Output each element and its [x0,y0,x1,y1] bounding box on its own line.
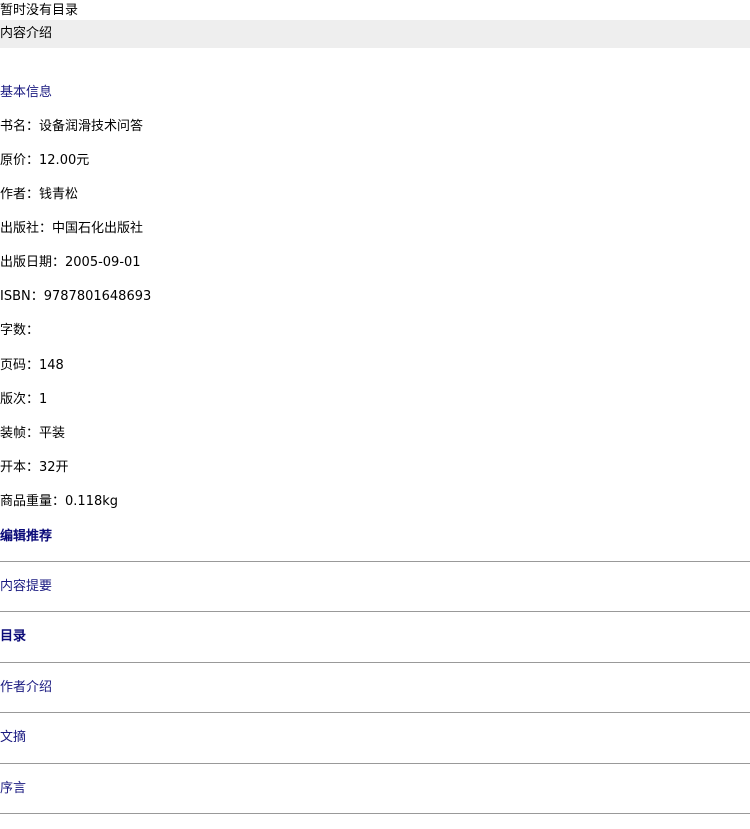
info-label: 字数： [0,323,40,338]
section-author-intro[interactable]: 作者介绍 [0,679,52,697]
info-value: 9787801648693 [43,289,152,304]
info-value: 设备润滑技术问答 [39,119,144,134]
info-row-price: 原价：12.00元 [0,152,89,170]
section-preface[interactable]: 序言 [0,780,26,798]
info-label: 书名： [0,119,40,134]
info-label: 作者： [0,187,40,202]
info-label: 开本： [0,460,40,475]
info-row-title: 书名：设备润滑技术问答 [0,118,143,136]
section-divider [0,561,750,562]
no-toc-note: 暂时没有目录 [0,3,79,18]
info-row-edition: 版次：1 [0,391,47,409]
info-value: 2005-09-01 [65,255,141,270]
info-value: 12.00元 [39,153,90,168]
info-label: 页码： [0,358,40,373]
info-row-binding: 装帧：平装 [0,425,65,443]
info-row-format: 开本：32开 [0,459,69,477]
info-row-publisher: 出版社：中国石化出版社 [0,220,143,238]
info-row-weight: 商品重量：0.118kg [0,493,118,511]
section-divider [0,763,750,764]
info-value: 32开 [39,460,69,475]
info-row-isbn: ISBN：9787801648693 [0,288,151,306]
info-value: 1 [39,392,48,407]
section-editor-recommendation[interactable]: 编辑推荐 [0,528,52,546]
section-divider [0,712,750,713]
info-label: 版次： [0,392,40,407]
content-intro-label: 内容介绍 [0,26,53,41]
info-label: 原价： [0,153,40,168]
content-intro-bar: 内容介绍 [0,20,750,48]
info-value: 中国石化出版社 [52,221,144,236]
section-divider [0,662,750,663]
section-excerpt[interactable]: 文摘 [0,729,26,747]
info-value: 平装 [39,426,66,441]
info-row-author: 作者：钱青松 [0,186,78,204]
info-value: 钱青松 [39,187,79,202]
info-row-word-count: 字数： [0,322,39,340]
info-label: 商品重量： [0,494,66,509]
info-label: 出版日期： [0,255,66,270]
section-content-summary[interactable]: 内容提要 [0,578,52,596]
info-value: 0.118kg [65,494,119,509]
info-row-publish-date: 出版日期：2005-09-01 [0,254,141,272]
info-label: 出版社： [0,221,53,236]
info-value: 148 [39,358,64,373]
basic-info-title: 基本信息 [0,85,53,100]
section-divider [0,813,750,814]
section-table-of-contents[interactable]: 目录 [0,628,26,646]
section-divider [0,611,750,612]
info-row-page-count: 页码：148 [0,357,64,375]
page: { "top_note": "暂时没有目录", "intro_bar": { "… [0,0,750,829]
info-label: ISBN： [0,289,44,304]
info-label: 装帧： [0,426,40,441]
